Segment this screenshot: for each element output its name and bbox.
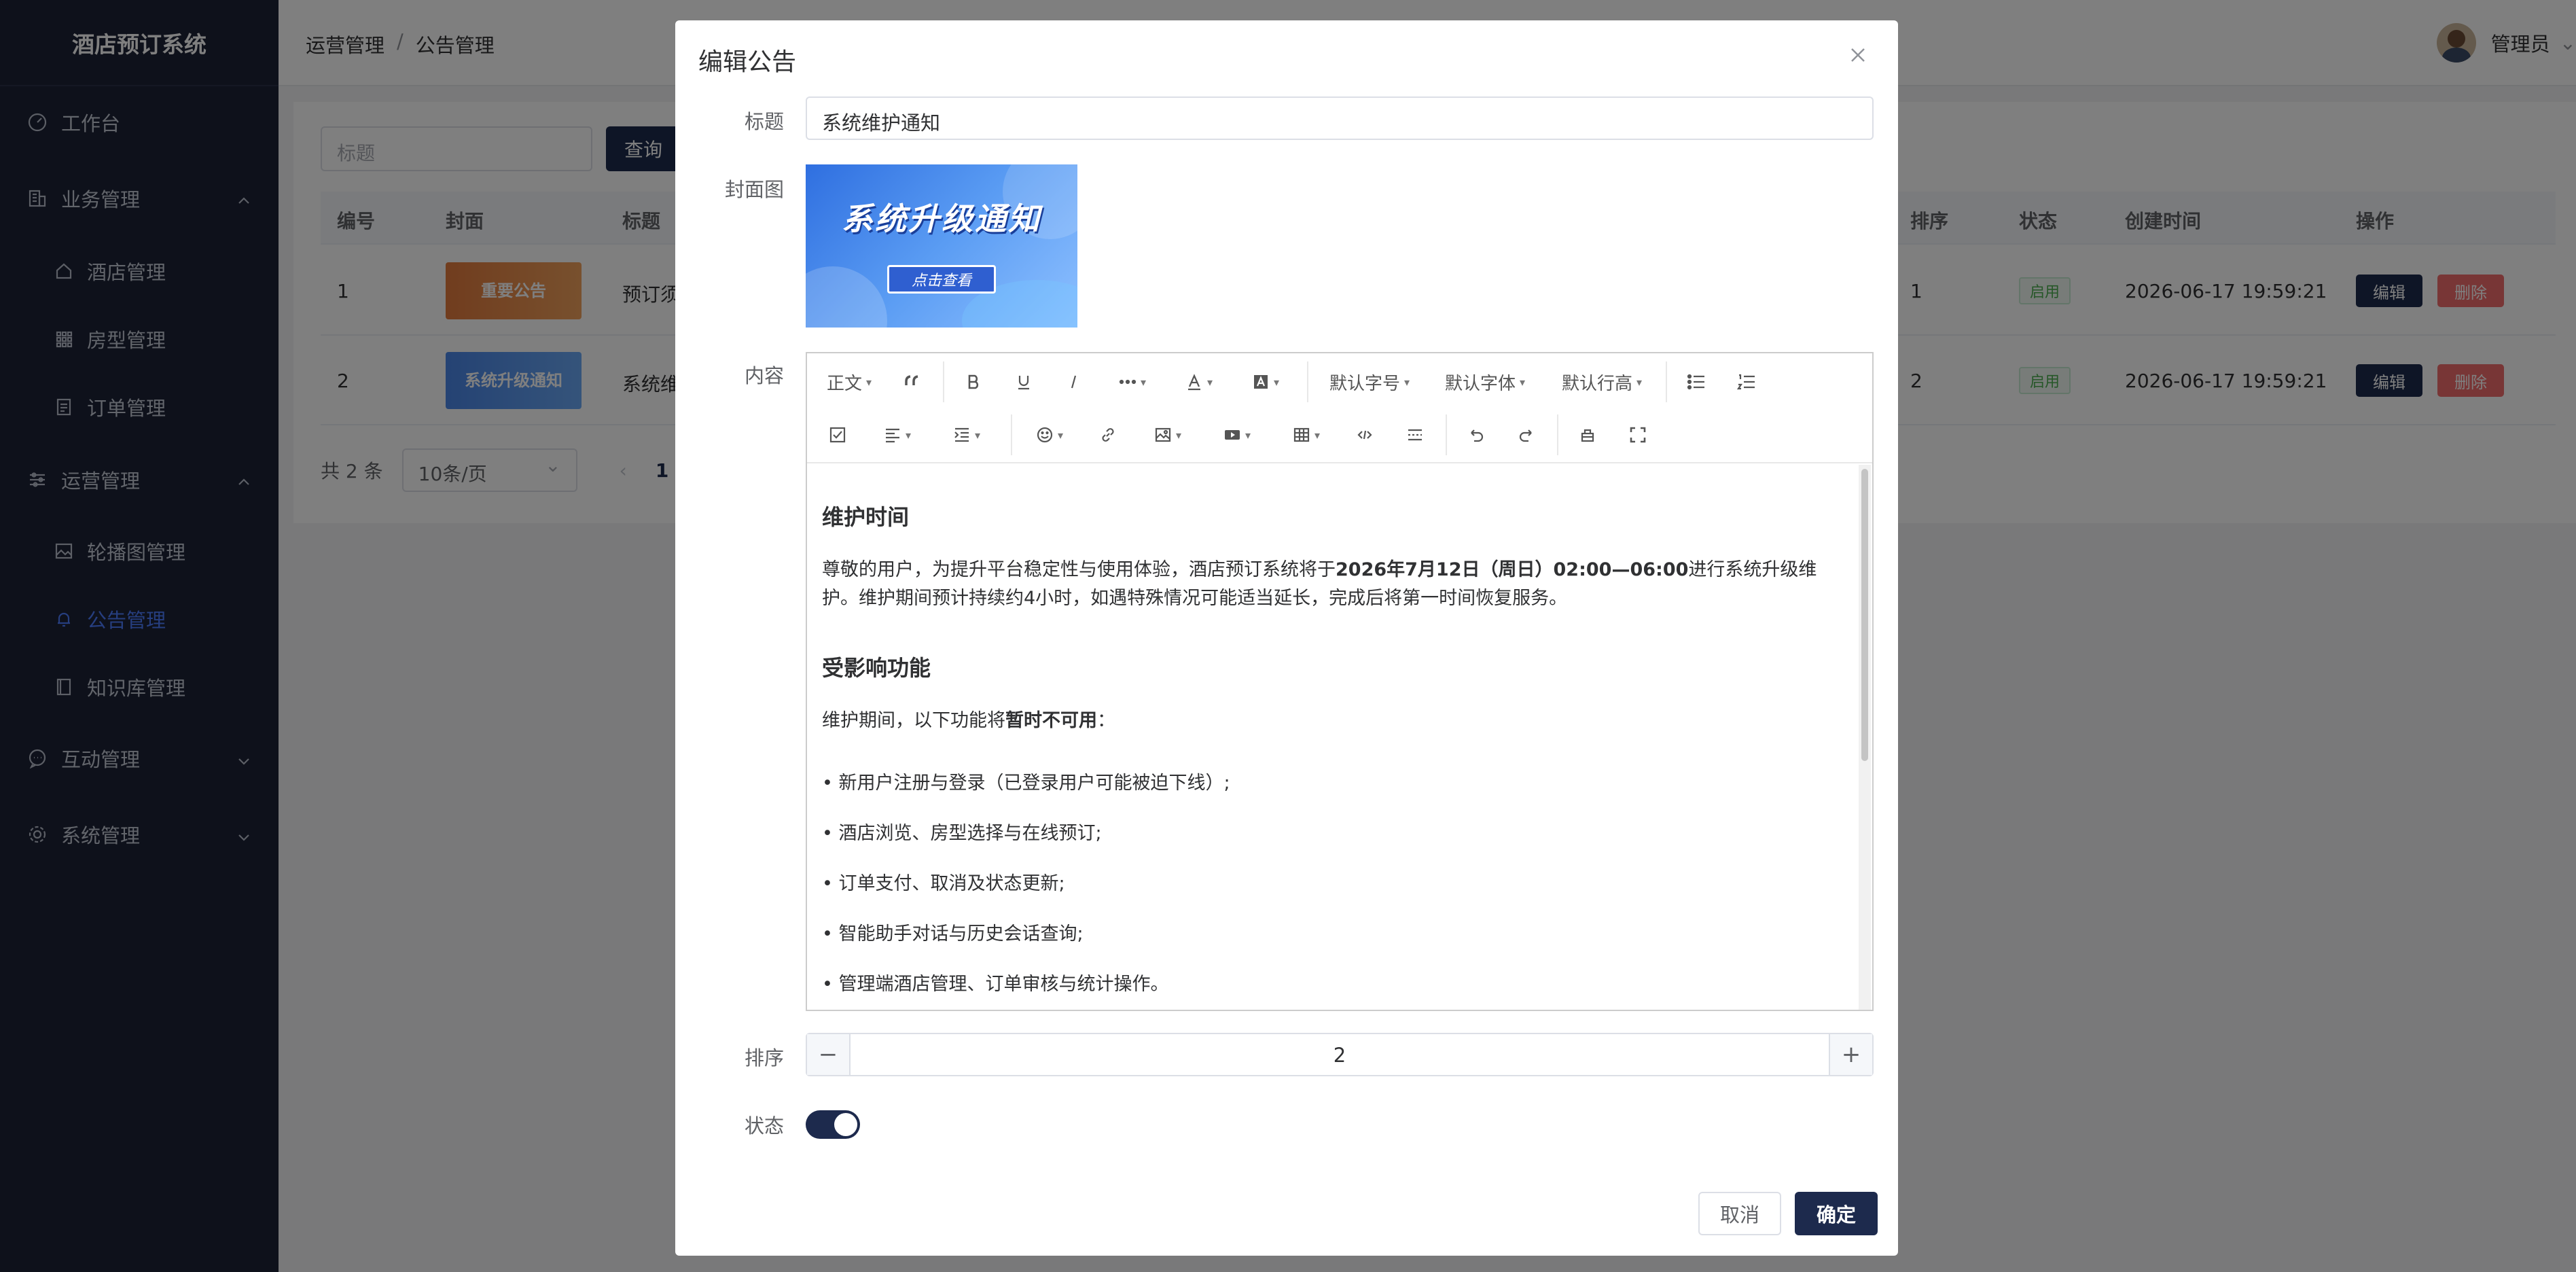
font-family-label: 默认字体: [1444, 373, 1516, 394]
paragraph-text: 尊敬的用户，为提升平台稳定性与使用体验，酒店预订系统将于: [822, 559, 1336, 580]
cover-headline: 系统升级通知: [842, 200, 1041, 237]
align-icon[interactable]: ▾: [867, 414, 928, 455]
clear-format-icon[interactable]: [1565, 414, 1610, 455]
redo-icon[interactable]: [1504, 414, 1549, 455]
underline-icon[interactable]: [1001, 361, 1046, 402]
paragraph-bold-text: 暂时不可用: [1005, 710, 1097, 731]
list-item: • 酒店浏览、房型选择与在线预订;: [822, 823, 1102, 844]
content-heading: 维护时间: [822, 504, 910, 530]
toggle-knob: [834, 1113, 857, 1136]
status-label: 状态: [744, 1114, 784, 1137]
content-paragraph: 维护期间，以下功能将暂时不可用：: [822, 707, 1834, 735]
more-format-icon[interactable]: ▾: [1102, 361, 1163, 402]
cancel-button[interactable]: 取消: [1698, 1192, 1781, 1235]
bullet-list-icon[interactable]: [1674, 361, 1719, 402]
insert-video-icon[interactable]: ▾: [1206, 414, 1268, 455]
title-input[interactable]: 系统维护通知: [806, 96, 1874, 140]
paragraph-bold-text: 2026年7月12日（周日）02:00—06:00: [1336, 559, 1689, 580]
dialog-title: 编辑公告: [698, 48, 797, 76]
list-item: • 新用户注册与登录（已登录用户可能被迫下线）;: [822, 773, 1230, 794]
line-height-select[interactable]: 默认行高 ▾: [1548, 361, 1656, 402]
insert-table-icon[interactable]: ▾: [1276, 414, 1337, 455]
sort-value[interactable]: 2: [851, 1044, 1829, 1067]
rich-text-editor: 正文 ▾ ▾ ▾ ▾ 默认字号 ▾ 默认字体 ▾ 默认行高 ▾ ▾ ▾ ▾ ▾ ▾: [806, 352, 1874, 1011]
insert-image-icon[interactable]: ▾: [1137, 414, 1198, 455]
indent-icon[interactable]: ▾: [936, 414, 997, 455]
background-color-icon[interactable]: ▾: [1235, 361, 1296, 402]
font-size-label: 默认字号: [1329, 373, 1400, 394]
paragraph-text: ：: [1097, 710, 1115, 731]
content-label: 内容: [744, 364, 784, 387]
sort-label: 排序: [744, 1046, 784, 1070]
divider-icon[interactable]: [1393, 414, 1437, 455]
content-paragraph: 尊敬的用户，为提升平台稳定性与使用体验，酒店预订系统将于2026年7月12日（周…: [822, 556, 1834, 613]
undo-icon[interactable]: [1454, 414, 1499, 455]
edit-announcement-dialog: 编辑公告 标题 系统维护通知 封面图 系统升级通知 点击查看 内容 正文 ▾ ▾ …: [675, 20, 1898, 1256]
decrement-button[interactable]: −: [807, 1034, 851, 1075]
confirm-button[interactable]: 确定: [1795, 1192, 1878, 1235]
paragraph-format-label: 正文: [826, 373, 862, 394]
bold-icon[interactable]: [951, 361, 996, 402]
emoji-icon[interactable]: ▾: [1019, 414, 1080, 455]
font-color-icon[interactable]: ▾: [1168, 361, 1230, 402]
scrollbar-thumb[interactable]: [1861, 469, 1868, 761]
editor-scrollbar[interactable]: [1859, 465, 1871, 1010]
list-item: • 管理端酒店管理、订单审核与统计操作。: [822, 974, 1169, 995]
list-item: • 智能助手对话与历史会话查询;: [822, 923, 1084, 944]
list-item: • 订单支付、取消及状态更新;: [822, 873, 1065, 894]
blockquote-icon[interactable]: [890, 361, 935, 402]
status-toggle[interactable]: [806, 1110, 860, 1139]
title-label: 标题: [744, 110, 784, 133]
font-family-select[interactable]: 默认字体 ▾: [1431, 361, 1539, 402]
increment-button[interactable]: +: [1829, 1034, 1872, 1075]
close-icon[interactable]: [1841, 38, 1875, 72]
fullscreen-icon[interactable]: [1615, 414, 1660, 455]
todo-checkbox-icon[interactable]: [815, 414, 860, 455]
italic-icon[interactable]: [1052, 361, 1096, 402]
font-size-select[interactable]: 默认字号 ▾: [1315, 361, 1424, 402]
cover-label: 封面图: [724, 178, 784, 201]
code-icon[interactable]: [1342, 414, 1387, 455]
content-heading: 受影响功能: [822, 655, 931, 681]
editor-toolbar: 正文 ▾ ▾ ▾ ▾ 默认字号 ▾ 默认字体 ▾ 默认行高 ▾ ▾ ▾ ▾ ▾ ▾: [807, 353, 1872, 463]
line-height-label: 默认行高: [1561, 373, 1632, 394]
paragraph-format-select[interactable]: 正文 ▾: [815, 361, 883, 402]
sort-stepper: − 2 +: [806, 1033, 1874, 1076]
link-icon[interactable]: [1086, 414, 1130, 455]
cover-image[interactable]: 系统升级通知 点击查看: [806, 164, 1077, 328]
editor-content[interactable]: 维护时间 尊敬的用户，为提升平台稳定性与使用体验，酒店预订系统将于2026年7月…: [807, 463, 1859, 1010]
paragraph-text: 维护期间，以下功能将: [822, 710, 1005, 731]
cover-button-graphic: 点击查看: [887, 265, 996, 294]
numbered-list-icon[interactable]: [1724, 361, 1769, 402]
